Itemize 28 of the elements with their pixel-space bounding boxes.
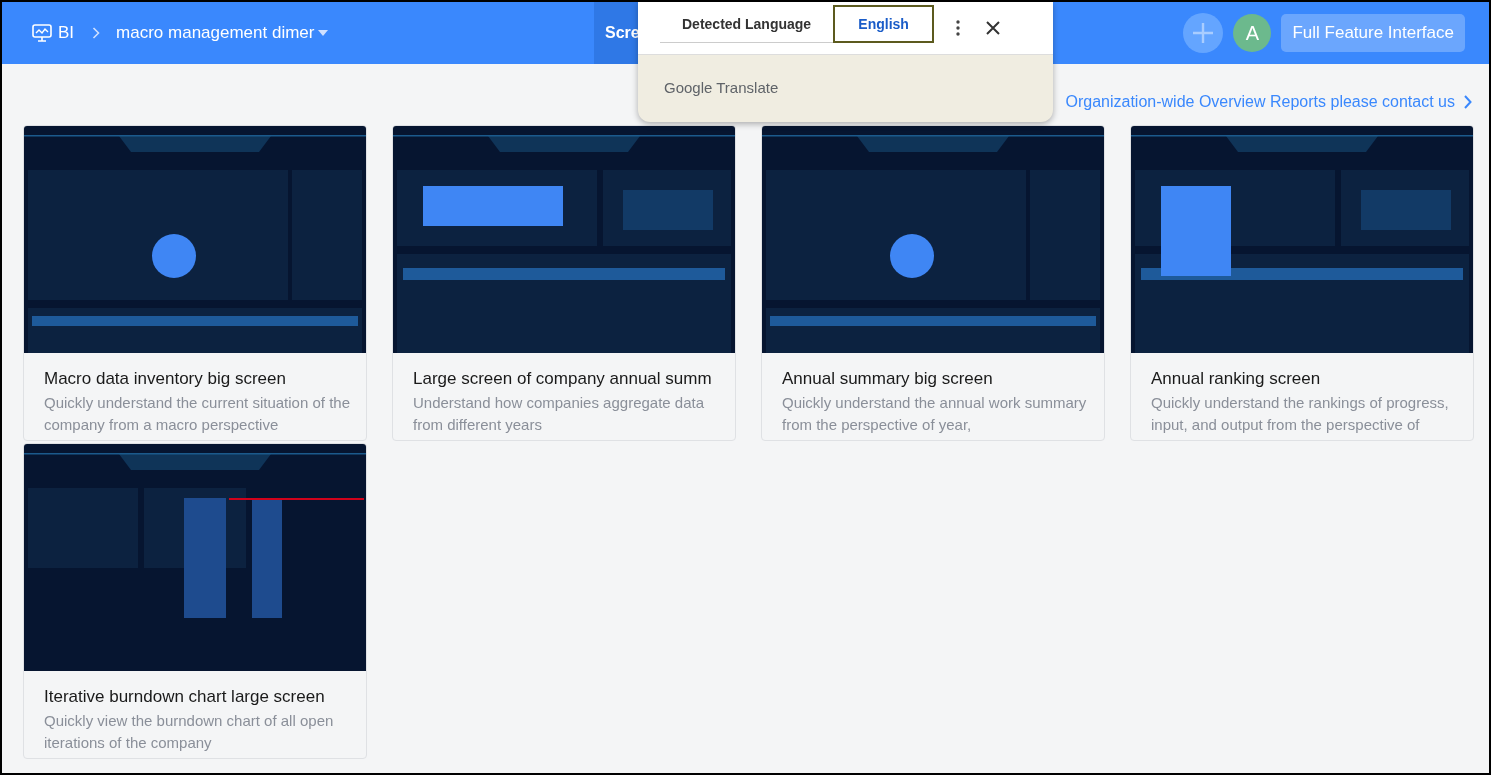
card-title: Large screen of company annual summ bbox=[413, 369, 713, 389]
card-title: Annual ranking screen bbox=[1151, 369, 1322, 389]
contact-link[interactable]: Organization-wide Overview Reports please contact us bbox=[1065, 93, 1455, 111]
nav-tab[interactable]: Scre bbox=[594, 2, 640, 64]
breadcrumb-dropdown[interactable]: macro management dimer bbox=[116, 23, 329, 43]
report-card[interactable]: Macro data inventory big screen Quickly understand the current situation of the company from a macro perspective bbox=[23, 125, 367, 441]
caret-down-icon bbox=[318, 30, 329, 36]
card-description: Quickly understand the current situation of the company from a macro perspective bbox=[44, 393, 351, 435]
plus-icon bbox=[1191, 21, 1216, 45]
card-description: Quickly view the burndown chart of all open iterations of the company bbox=[44, 711, 335, 753]
chevron-right-icon bbox=[1463, 95, 1472, 109]
monitor-icon bbox=[32, 24, 52, 42]
card-description: Quickly understand the rankings of progress, input, and output from the perspective of bbox=[1151, 393, 1450, 435]
card-description: Quickly understand the annual work summary from the perspective of year, bbox=[782, 393, 1088, 435]
card-description: Understand how companies aggregate data from different years bbox=[413, 393, 706, 435]
more-icon bbox=[956, 20, 961, 36]
translate-brand: Google Translate bbox=[664, 79, 779, 96]
card-title: Annual summary big screen bbox=[782, 369, 994, 389]
report-card[interactable]: Large screen of company annual summ Understand how companies aggregate data from different years bbox=[392, 125, 736, 441]
report-card[interactable]: Iterative burndown chart large screen Quickly view the burndown chart of all open iterations of the company bbox=[23, 443, 367, 759]
card-title: Macro data inventory big screen bbox=[44, 369, 287, 389]
card-title: Iterative burndown chart large screen bbox=[44, 687, 326, 707]
app-name[interactable]: BI bbox=[58, 23, 75, 43]
chevron-right-icon bbox=[92, 27, 101, 39]
report-card[interactable]: Annual ranking screen Quickly understand the rankings of progress, input, and output from the perspective of bbox=[1130, 125, 1474, 441]
language-tab[interactable]: English bbox=[833, 5, 935, 43]
close-icon bbox=[986, 21, 1001, 35]
report-card[interactable]: Annual summary big screen Quickly understand the annual work summary from the perspective of year, bbox=[761, 125, 1105, 441]
